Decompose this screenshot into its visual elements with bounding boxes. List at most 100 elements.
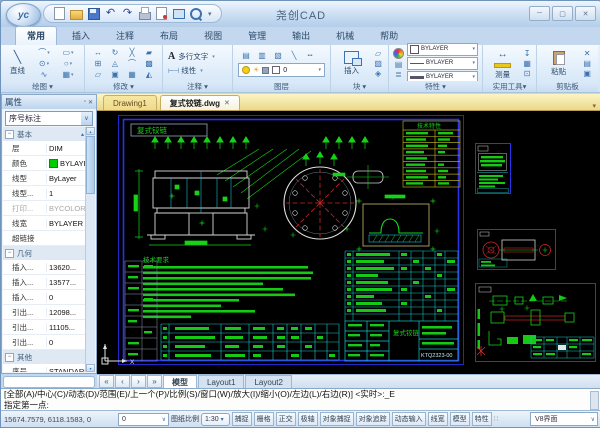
command-line-window[interactable]: [全部(A)/中心(C)/动态(D)/范围(E)/上一个(P)/比例(S)/窗口… (1, 388, 600, 410)
ui-mode-combo[interactable]: V8界面 ∨ (530, 412, 598, 426)
ribbon-tab-annotate[interactable]: 注释 (105, 27, 145, 45)
circle-tool-icon[interactable]: ⊙▾ (39, 58, 49, 69)
minimize-button[interactable]: ─ (529, 6, 550, 21)
stretch-tool-icon[interactable]: ▱ (95, 69, 101, 80)
tab-overflow-icon[interactable]: ▾ (592, 102, 596, 110)
erase-tool-icon[interactable]: ▰ (146, 47, 152, 58)
linetype-list-icon[interactable]: ▤ (395, 60, 403, 69)
properties-palette-header[interactable]: 属性 ▫ ✕ (2, 95, 96, 109)
collapse-icon[interactable]: − (5, 249, 14, 258)
prop-row-insert-y[interactable]: 插入...13577... (3, 275, 86, 290)
ribbon-tab-manage[interactable]: 管理 (237, 27, 277, 45)
insert-block-button[interactable]: 插入 (337, 51, 366, 76)
document-tab-active[interactable]: 复式铰链.dwg ✕ (160, 95, 240, 110)
collapse-icon[interactable]: − (5, 353, 14, 362)
close-button[interactable]: ✕ (575, 6, 596, 21)
toggle-snap[interactable]: 捕捉 (232, 412, 252, 426)
palette-footer-field[interactable] (3, 376, 95, 388)
prop-row-insert-z[interactable]: 插入...0 (3, 290, 86, 305)
calculator-icon[interactable]: ▦ (523, 59, 531, 68)
point-tool-icon[interactable]: ↧ (524, 49, 531, 58)
palette-pin-icon[interactable]: ▫ (84, 99, 86, 105)
layer-match-icon[interactable]: ╲ (292, 50, 297, 61)
hatch-tool-icon[interactable]: ▦▾ (62, 69, 73, 80)
offset-tool-icon[interactable]: ▩ (145, 58, 153, 69)
undo-icon[interactable]: ↶ (104, 7, 117, 20)
layout-tab-layout1[interactable]: Layout1 (198, 375, 244, 388)
prop-row-insert-x[interactable]: 插入...13620... (3, 260, 86, 275)
toggle-ortho[interactable]: 正交 (276, 412, 296, 426)
create-block-icon[interactable]: ▱ (375, 49, 381, 58)
layer-isolate-icon[interactable]: ▧ (274, 50, 282, 61)
scale-combo[interactable]: 1:30 ▾ (201, 413, 230, 426)
layer-linetype-icon[interactable]: ┅ (308, 50, 313, 61)
lineweight-list-icon[interactable]: ≣ (395, 70, 402, 79)
prop-row-leader-y[interactable]: 引出...11105... (3, 320, 86, 335)
group-label-modify[interactable]: 修改 ▾ (85, 81, 162, 92)
scroll-up-icon[interactable]: ▴ (86, 127, 95, 135)
next-layout-icon[interactable]: › (131, 375, 146, 388)
trim-tool-icon[interactable]: ╳ (130, 47, 135, 58)
layer-properties-icon[interactable]: ▤ (242, 50, 250, 61)
first-layout-icon[interactable]: « (99, 375, 114, 388)
scale-tool-icon[interactable]: ▣ (111, 69, 119, 80)
linetype-combo[interactable]: BYLAYER ▾ (407, 57, 478, 70)
group-label-utility[interactable]: 实用工具▾ (483, 81, 536, 92)
ribbon-tab-output[interactable]: 输出 (281, 27, 321, 45)
fillet-tool-icon[interactable]: ⌒ (128, 58, 136, 69)
maximize-button[interactable]: ▢ (552, 6, 573, 21)
line-button[interactable]: ╲ 直线 (3, 51, 32, 76)
block-attr-icon[interactable]: ◈ (375, 69, 381, 78)
toggle-dyn-input[interactable]: 动态输入 (392, 412, 426, 426)
move-tool-icon[interactable]: ↔ (94, 47, 102, 58)
section-general[interactable]: − 基本 ▴ (3, 127, 86, 141)
layout-tab-layout2[interactable]: Layout2 (245, 375, 291, 388)
prop-row-hyperlink[interactable]: 超链接 (3, 231, 86, 246)
section-chevron-icon[interactable]: ▴ (81, 131, 84, 138)
ribbon-tab-home[interactable]: 常用 (15, 26, 57, 45)
ribbon-tab-insert[interactable]: 插入 (61, 27, 101, 45)
group-label-clipboard[interactable]: 剪贴板 (537, 81, 598, 92)
linear-dim-button[interactable]: ⊢⊣ 线性 ▾ (168, 64, 203, 78)
toggle-osnap[interactable]: 对象捕捉 (320, 412, 354, 426)
id-point-icon[interactable]: ⊡ (524, 69, 531, 78)
array-tool-icon[interactable]: ▦ (128, 69, 136, 80)
arc-tool-icon[interactable]: ⌒▾ (38, 47, 50, 58)
section-misc[interactable]: − 其他 (3, 350, 86, 364)
toggle-polar[interactable]: 极轴 (298, 412, 318, 426)
tab-close-icon[interactable]: ✕ (224, 99, 230, 107)
ellipse-tool-icon[interactable]: ○▾ (64, 58, 72, 69)
prop-row-color[interactable]: 颜色BYLAYER (3, 156, 86, 171)
toggle-grid[interactable]: 栅格 (254, 412, 274, 426)
scrollbar-thumb[interactable] (86, 136, 95, 194)
layout-tab-model[interactable]: 模型 (163, 375, 197, 388)
scroll-down-icon[interactable]: ▾ (86, 364, 95, 372)
prop-row-leader-z[interactable]: 引出...0 (3, 335, 86, 350)
group-label-properties[interactable]: 特性 ▾ (389, 81, 482, 92)
open-file-icon[interactable] (70, 7, 83, 20)
object-type-selector[interactable]: 序号标注 ∨ (5, 111, 93, 126)
mirror-tool-icon[interactable]: ◬ (112, 58, 118, 69)
group-label-layers[interactable]: 图层 (233, 81, 330, 92)
prop-row-layer[interactable]: 层DIM (3, 141, 86, 156)
collapse-icon[interactable]: − (5, 130, 14, 139)
drawing-canvas[interactable]: 复式铰链 (97, 111, 600, 374)
prop-row-lineweight[interactable]: 线宽BYLAYER (3, 216, 86, 231)
rotate-tool-icon[interactable]: ↻ (112, 47, 119, 58)
plot-preview-icon[interactable] (155, 7, 168, 20)
save-icon[interactable] (87, 7, 100, 20)
prop-row-style[interactable]: 序号...STANDARD (3, 364, 86, 372)
prop-row-leader-x[interactable]: 引出...12098... (3, 305, 86, 320)
last-layout-icon[interactable]: » (147, 375, 162, 388)
object-color-combo[interactable]: BYLAYER ▾ (407, 43, 478, 56)
document-tab-drawing1[interactable]: Drawing1 (103, 95, 157, 110)
measure-button[interactable]: ↔ 测量 (488, 48, 517, 80)
color-wheel-icon[interactable] (393, 48, 404, 59)
ribbon-tab-layout[interactable]: 布局 (149, 27, 189, 45)
palette-scrollbar[interactable]: ▴ ▾ (85, 127, 95, 372)
mtext-button[interactable]: A 多行文字 ▾ (168, 50, 215, 64)
toggle-model[interactable]: 模型 (450, 412, 470, 426)
publish-icon[interactable] (172, 7, 185, 20)
group-label-draw[interactable]: 绘图 ▾ (1, 81, 84, 92)
layer-select-combo[interactable]: ☀ 0 ▾ (238, 63, 325, 77)
